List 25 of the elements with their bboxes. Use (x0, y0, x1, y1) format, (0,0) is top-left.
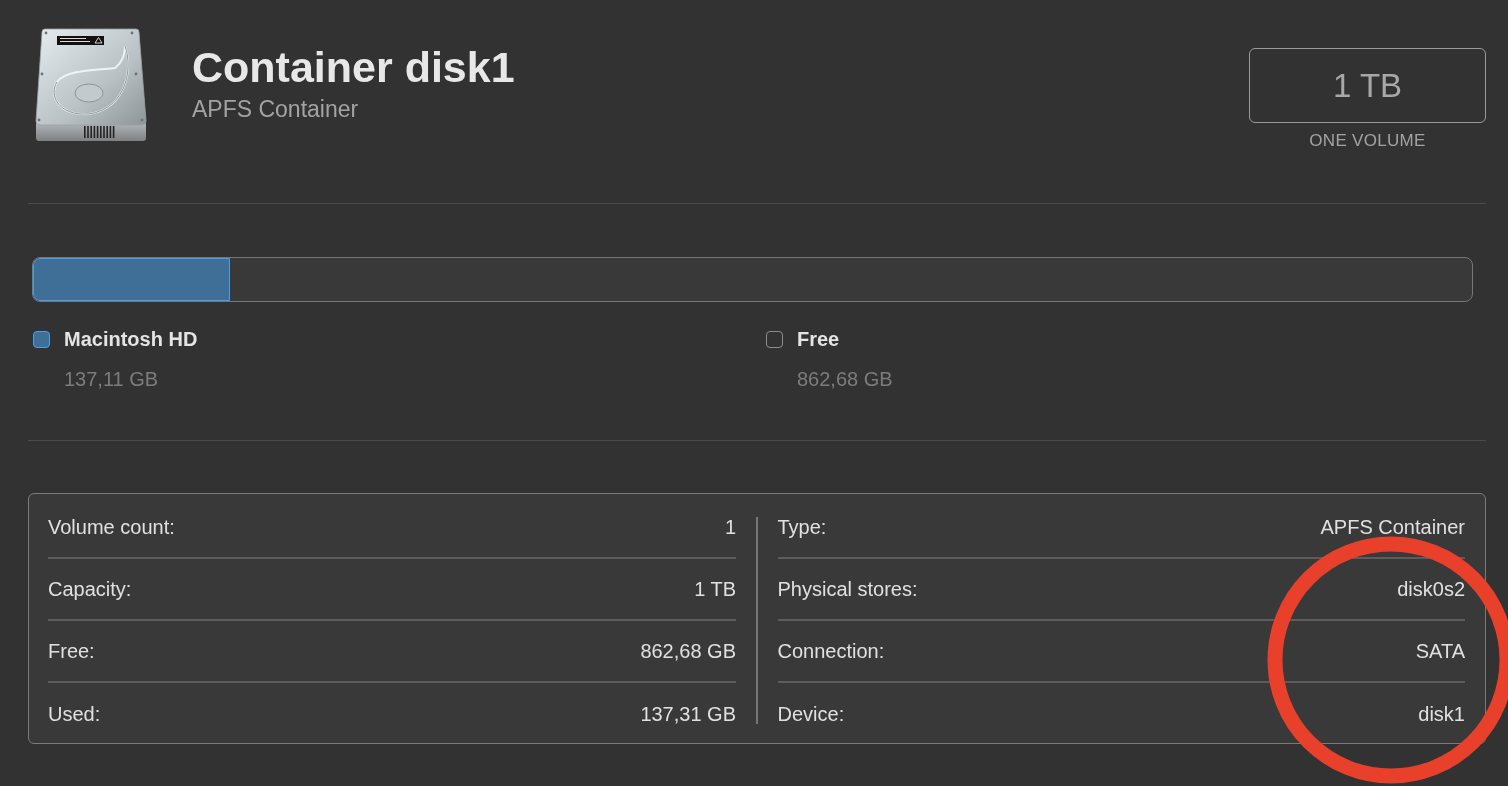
detail-label: Type: (777, 515, 827, 539)
detail-value: APFS Container (1320, 515, 1465, 539)
legend-size: 137,11 GB (64, 367, 160, 391)
detail-value: disk1 (1418, 702, 1465, 726)
detail-value: 137,31 GB (640, 702, 736, 726)
detail-value: SATA (1415, 639, 1465, 663)
container-title: Container disk1 (192, 43, 515, 91)
detail-label: Capacity: (48, 577, 132, 601)
detail-value: 1 TB (694, 577, 736, 601)
detail-label: Volume count: (48, 515, 175, 539)
detail-label: Used: (48, 702, 101, 726)
detail-value: 862,68 GB (640, 639, 736, 663)
capacity-caption: ONE VOLUME (1309, 131, 1426, 151)
legend-size: 862,68 GB (797, 367, 893, 391)
detail-value: 1 (724, 515, 736, 539)
detail-label: Device: (777, 702, 845, 726)
legend-label: Macintosh HD (64, 327, 198, 351)
detail-value: disk0s2 (1397, 577, 1465, 601)
container-subtitle: APFS Container (192, 95, 360, 124)
legend-label: Free (797, 327, 841, 351)
capacity-display: 1 TB (1249, 48, 1486, 123)
detail-label: Free: (48, 639, 95, 663)
hard-drive-icon (35, 28, 147, 142)
detail-label: Connection: (777, 639, 885, 663)
detail-label: Physical stores: (777, 577, 918, 601)
